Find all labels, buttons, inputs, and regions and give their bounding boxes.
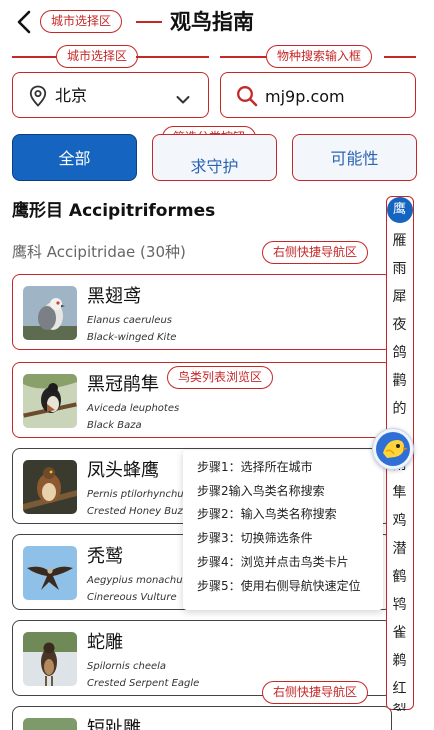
back-arrow-icon[interactable]	[14, 9, 38, 35]
quick-nav-item[interactable]: 鸡	[387, 511, 412, 531]
family-title: 鹰科 Accipitridae (30种)	[12, 243, 186, 261]
quick-nav-item[interactable]: 的	[387, 399, 412, 419]
annotation-search: 物种搜索输入框	[266, 45, 373, 68]
city-value: 北京	[55, 86, 88, 105]
step-item: 步骤2输入鸟类名称搜索	[197, 483, 325, 498]
filter-possible-button[interactable]: 可能性	[292, 134, 417, 181]
quick-nav-item[interactable]: 犀	[387, 287, 412, 307]
quick-nav-item[interactable]: 隼	[387, 483, 412, 503]
bird-card[interactable]: 黑翅鸢 Elanus caeruleus Black-winged Kite	[12, 274, 392, 350]
bird-english-name: Cinereous Vulture	[87, 592, 177, 603]
bird-english-name: Crested Serpent Eagle	[87, 678, 200, 689]
bird-latin-name: Aegypius monachus	[87, 575, 188, 586]
step-item: 步骤1：选择所在城市	[197, 460, 313, 474]
bird-photo	[23, 374, 77, 428]
quick-nav-item[interactable]: 雁	[387, 231, 412, 251]
quick-nav-item[interactable]: 鹳	[387, 371, 412, 391]
bird-latin-name: Spilornis cheela	[87, 661, 167, 672]
quick-nav-item[interactable]: 鹤	[387, 567, 412, 587]
bird-name: 凤头蜂鹰	[87, 460, 159, 481]
bird-photo	[23, 286, 77, 340]
bird-name: 黑冠鹃隼	[87, 374, 159, 395]
assistant-bird-icon[interactable]	[372, 428, 414, 470]
bird-photo	[23, 460, 77, 514]
filter-all-button[interactable]: 全部	[12, 134, 137, 181]
bird-name: 蛇雕	[87, 632, 123, 653]
annotation-connector	[384, 56, 416, 58]
annotation-bird-list: 鸟类列表浏览区	[167, 366, 274, 389]
quick-nav-item[interactable]: 裂	[387, 703, 412, 711]
quick-nav-item[interactable]: 潜	[387, 539, 412, 559]
quick-nav-item[interactable]: 鸽	[387, 343, 412, 363]
page-title: 观鸟指南	[170, 10, 254, 34]
location-pin-icon	[29, 85, 47, 111]
bird-name: 短趾雕	[87, 718, 141, 730]
bird-photo	[23, 632, 77, 686]
bird-card[interactable]: 短趾雕	[12, 706, 392, 730]
quick-nav-item[interactable]: 红	[387, 679, 412, 699]
step-item: 步骤3：切换筛选条件	[197, 531, 313, 546]
species-search[interactable]	[220, 72, 416, 118]
city-select[interactable]: 北京	[12, 72, 209, 118]
annotation-city-area: 城市选择区	[40, 10, 123, 33]
steps-tooltip: 步骤1：选择所在城市 步骤2输入鸟类名称搜索 步骤2：输入鸟类名称搜索 步骤3：…	[183, 450, 383, 610]
annotation-quick-nav: 右侧快捷导航区	[262, 681, 369, 704]
quick-nav-item[interactable]: 鸨	[387, 595, 412, 615]
search-icon	[236, 85, 258, 111]
annotation-quick-nav: 右侧快捷导航区	[262, 241, 369, 264]
step-item: 步骤2：输入鸟类名称搜索	[197, 507, 337, 522]
quick-nav-item[interactable]: 雨	[387, 259, 412, 279]
annotation-city-select: 城市选择区	[56, 45, 139, 68]
filter-protected-button[interactable]: 求守护	[152, 134, 277, 181]
annotation-connector	[220, 56, 266, 58]
quick-nav-item[interactable]: 鹈	[387, 651, 412, 671]
step-item: 步骤4：浏览并点击鸟类卡片	[197, 554, 349, 569]
quick-nav-item[interactable]: 夜	[387, 315, 412, 335]
bird-latin-name: Pernis ptilorhynchus	[87, 489, 189, 500]
annotation-connector	[136, 56, 209, 58]
quick-nav-item[interactable]: 雀	[387, 623, 412, 643]
bird-photo	[23, 546, 77, 600]
bird-latin-name: Elanus caeruleus	[87, 315, 172, 326]
chevron-down-icon	[176, 90, 190, 109]
annotation-connector	[136, 21, 162, 23]
bird-english-name: Black-winged Kite	[87, 332, 177, 343]
bird-name: 黑翅鸢	[87, 286, 141, 307]
order-title: 鹰形目 Accipitriformes	[12, 201, 216, 221]
bird-latin-name: Aviceda leuphotes	[87, 403, 180, 414]
search-input[interactable]	[265, 83, 405, 109]
annotation-connector	[12, 56, 56, 58]
quick-nav-item-active[interactable]: 鹰	[386, 197, 413, 223]
bird-name: 秃鹫	[87, 546, 123, 567]
bird-photo	[23, 718, 77, 730]
step-item: 步骤5：使用右侧导航快速定位	[197, 578, 361, 593]
bird-english-name: Black Baza	[87, 420, 142, 431]
